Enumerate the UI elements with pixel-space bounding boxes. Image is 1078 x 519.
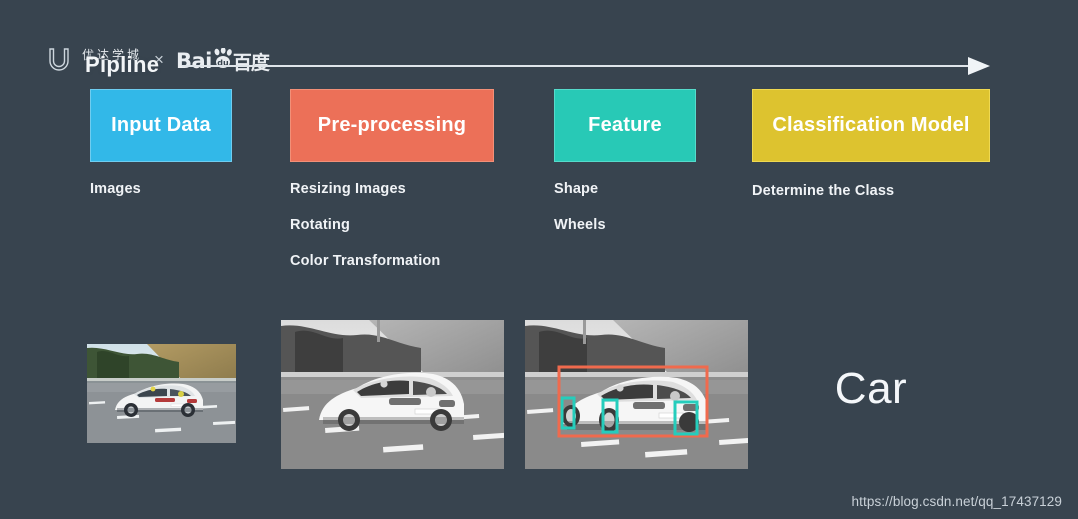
stage-item: Images — [90, 181, 141, 197]
feature-photo-annotated — [525, 320, 748, 469]
classification-result: Car — [834, 364, 908, 413]
stage-label: Pre-processing — [317, 114, 467, 136]
stage-label: Classification Model — [772, 114, 970, 136]
stage-item: Shape — [554, 181, 599, 197]
pipeline-flow-arrow — [182, 56, 990, 76]
stage-item: Color Transformation — [290, 253, 441, 269]
stage-label: Input Data — [111, 114, 211, 136]
stage-items-classification-model: Determine the Class — [752, 183, 894, 219]
stage-box-input-data[interactable]: Input Data — [90, 89, 232, 162]
stage-box-pre-processing[interactable]: Pre-processing — [290, 89, 494, 162]
stage-box-feature[interactable]: Feature — [554, 89, 696, 162]
stage-item: Rotating — [290, 217, 350, 233]
preprocessed-photo-grayscale — [281, 320, 504, 469]
watermark-url: https://blog.csdn.net/qq_17437129 — [851, 494, 1062, 509]
stage-item: Resizing Images — [290, 181, 406, 197]
stage-items-input-data: Images — [90, 181, 141, 217]
stage-items-feature: Shape Wheels — [554, 181, 606, 253]
stage-item: Wheels — [554, 217, 606, 233]
stage-box-classification-model[interactable]: Classification Model — [752, 89, 990, 162]
slide-canvas: 优达学城 × Bai du 百度 Pipline Input Data Pre-… — [0, 0, 1078, 519]
input-photo-color — [87, 344, 236, 443]
page-title: Pipline — [85, 52, 160, 77]
udacity-u-icon — [46, 46, 72, 72]
stage-item: Determine the Class — [752, 183, 895, 199]
stage-items-pre-processing: Resizing Images Rotating Color Transform… — [290, 181, 440, 289]
stage-label: Feature — [588, 114, 662, 136]
